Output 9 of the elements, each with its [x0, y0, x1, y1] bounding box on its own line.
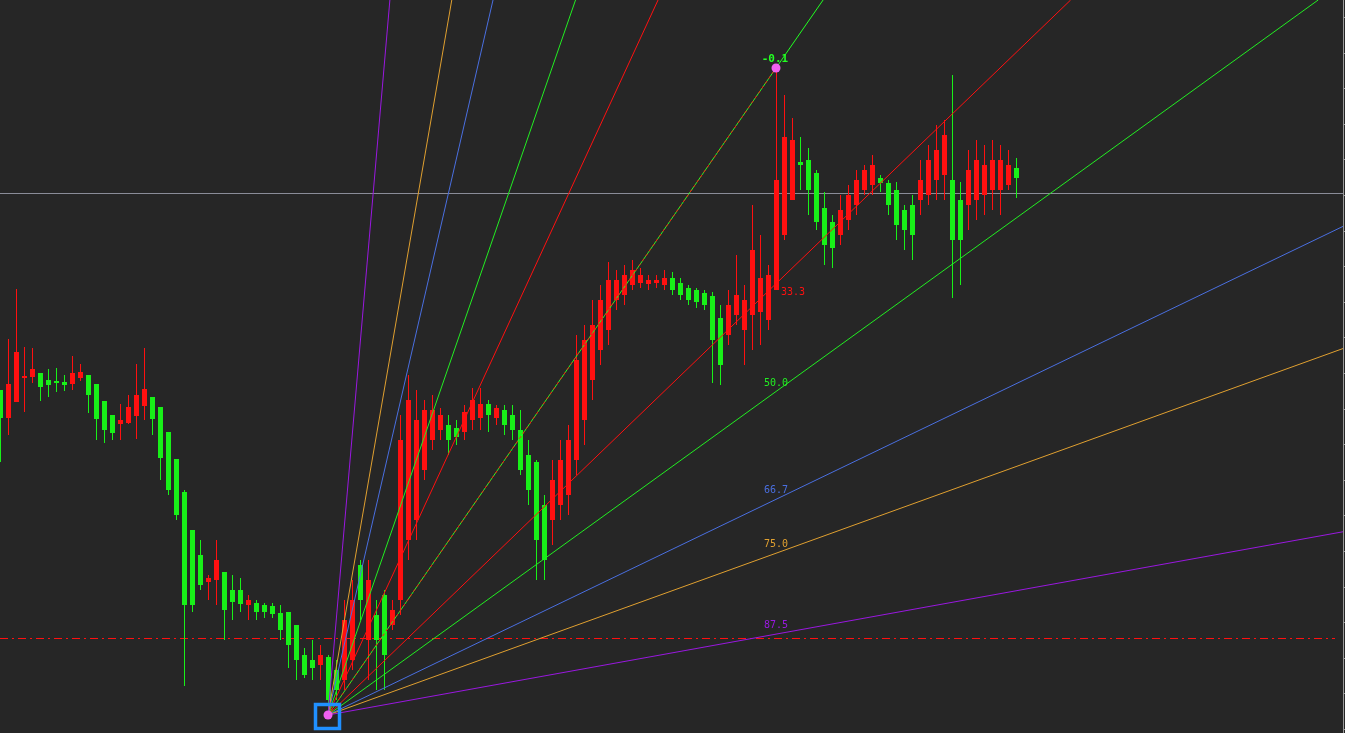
- level-label: 66.7: [763, 484, 789, 496]
- level-label: 50.0: [763, 376, 789, 388]
- level-label: 33.3: [781, 285, 806, 297]
- square-handle-icon[interactable]: [313, 702, 342, 731]
- anchor-point-icon[interactable]: [771, 63, 781, 73]
- anchor-label: -0.1: [761, 52, 789, 65]
- level-label: 75.0: [763, 538, 789, 550]
- level-label: 87.5: [763, 619, 789, 631]
- anchor-point-icon[interactable]: [323, 710, 333, 720]
